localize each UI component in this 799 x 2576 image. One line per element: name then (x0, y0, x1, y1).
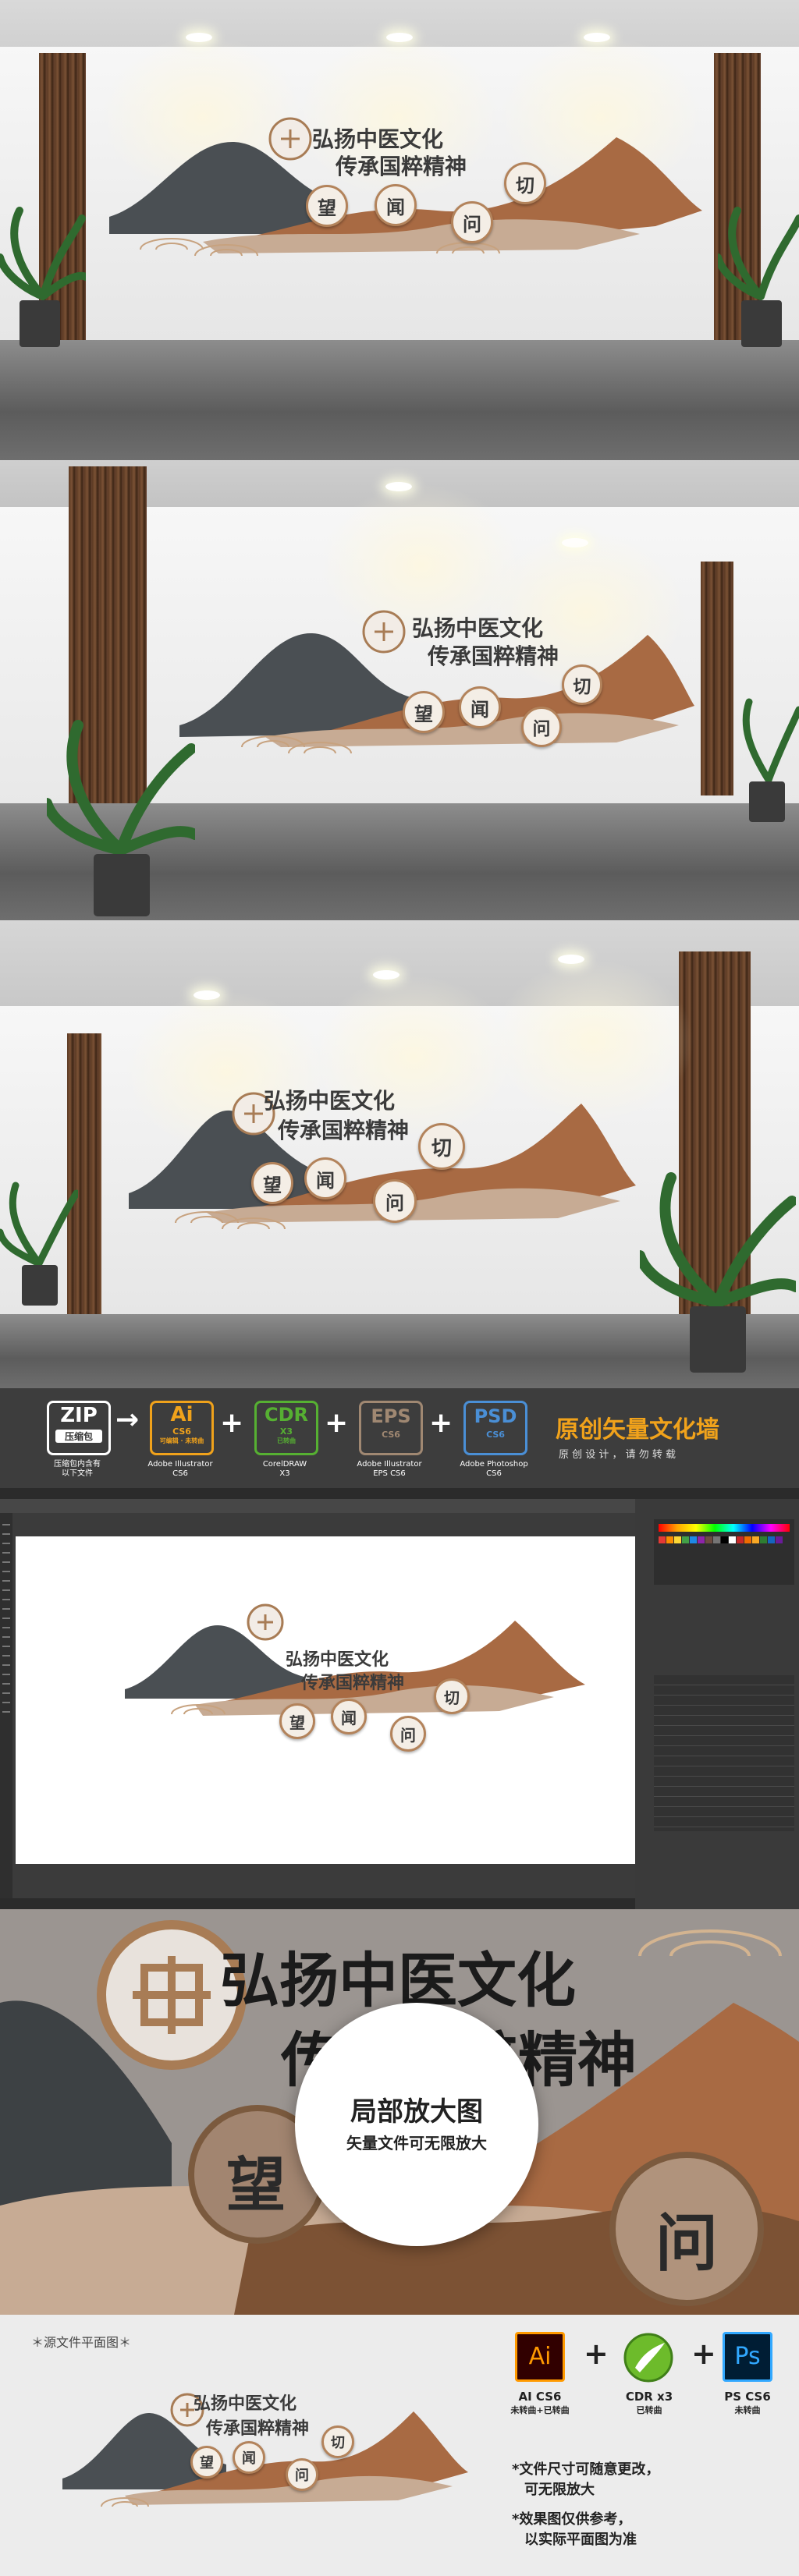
render-scene-1: 弘扬中医文化 传承国粹精神 望 闻 问 切 (0, 0, 799, 460)
headline: 原创矢量文化墙 (556, 1416, 719, 1444)
mural-char-wen: 闻 (375, 184, 417, 226)
mural-char-wang: 望 (251, 1162, 293, 1204)
mural-char-wang: 望 (403, 691, 445, 733)
ai-sub: CS6 (172, 1426, 191, 1437)
ai-sub2: 可编辑 · 未转曲 (159, 1437, 204, 1444)
mural-title-line1: 弘扬中医文化 (264, 1088, 396, 1114)
eps-label: EPS (371, 1405, 411, 1427)
cdr-file-icon (623, 2333, 673, 2383)
plus-icon: + (429, 1407, 453, 1439)
tools-panel (0, 1513, 12, 1909)
mural-title-line1: 弘扬中医文化 (312, 126, 444, 152)
plus-icon: + (584, 2337, 609, 2371)
zip-label: ZIP (60, 1404, 98, 1427)
plant-left (0, 1182, 78, 1306)
eps-caption: Adobe Illustrator EPS CS6 (357, 1460, 422, 1478)
zip-sub: 压缩包 (55, 1430, 102, 1443)
mural-char-wen2: 问 (373, 1179, 417, 1223)
plant-left (47, 720, 195, 916)
mural-char-wen2: 问 (451, 201, 493, 243)
ps-file-icon: Ps (723, 2332, 772, 2382)
zoom-bubble-sub: 矢量文件可无限放大 (346, 2134, 487, 2153)
mural-title-line2: 传承国粹精神 (278, 1118, 410, 1143)
color-panel (654, 1519, 794, 1585)
mural-char-qie: 切 (562, 664, 602, 705)
note-size-2: 可无限放大 (524, 2482, 595, 2498)
ai-file-icon: Ai (515, 2332, 565, 2382)
psd-caption: Adobe Photoshop CS6 (460, 1460, 528, 1478)
plus-icon: + (220, 1407, 244, 1439)
menu-bar (0, 1488, 799, 1499)
artboard-title-line1: 弘扬中医文化 (286, 1649, 389, 1670)
mural-title-line2: 传承国粹精神 (428, 643, 559, 669)
cdr-sub2: 已转曲 (277, 1437, 296, 1444)
zip-caption: 压缩包内含有 以下文件 (54, 1460, 101, 1478)
artboard-char-wen: 闻 (331, 1699, 367, 1734)
plan-char-qie: 切 (321, 2425, 354, 2458)
plan-title-line1: 弘扬中医文化 (194, 2394, 297, 2414)
ai-label: Ai (170, 1403, 194, 1426)
ai-badge: Ai CS6 可编辑 · 未转曲 (150, 1401, 214, 1455)
artboard-char-wen2: 问 (390, 1716, 426, 1752)
plant-right (640, 1172, 796, 1373)
artboard-title-line2: 传承国粹精神 (301, 1673, 405, 1693)
zip-badge: ZIP 压缩包 (47, 1401, 111, 1455)
plan-section: ＊源文件平面图＊ 弘扬中医文化 传承国粹精神 望 闻 问 切 Ai + + Ps… (0, 2315, 799, 2576)
cdr-label: CDR (264, 1404, 308, 1426)
artboard-char-qie: 切 (434, 1678, 470, 1714)
plant-left (0, 207, 86, 347)
formats-bar: ZIP 压缩包 压缩包内含有 以下文件 → Ai CS6 可编辑 · 未转曲 A… (0, 1388, 799, 1488)
note-render: *效果图仅供参考， (512, 2511, 632, 2528)
mural-char-wang: 望 (306, 185, 348, 227)
eps-badge: EPS CS6 (359, 1401, 423, 1455)
mural-char-wen: 闻 (459, 686, 501, 728)
plan-char-wen: 闻 (233, 2441, 265, 2474)
arrow-icon: → (115, 1404, 140, 1436)
psd-badge: PSD CS6 (463, 1401, 527, 1455)
zoom-detail: 弘扬中医文化 传承国粹精神 望 闻 问 局部放大图 矢量文件可无限放大 (0, 1909, 799, 2315)
ai-caption: Adobe Illustrator CS6 (147, 1460, 213, 1478)
mural-char-wen2: 问 (521, 707, 562, 747)
fmt-ps-label: PS CS6 未转曲 (724, 2390, 771, 2415)
render-scene-3: 弘扬中医文化 传承国粹精神 望 闻 问 切 (0, 920, 799, 1388)
artboard-char-wang: 望 (279, 1703, 315, 1739)
plan-char-wang: 望 (190, 2446, 223, 2479)
plan-title-line2: 传承国粹精神 (206, 2418, 310, 2439)
wood-panel-right (701, 562, 733, 795)
zoom-char-wen2: 问 (655, 2206, 718, 2280)
mural-char-qie: 切 (418, 1123, 465, 1170)
psd-label: PSD (474, 1405, 517, 1427)
mural-char-qie: 切 (504, 162, 546, 204)
plan-char-wen2: 问 (286, 2458, 318, 2491)
mural-title-line1: 弘扬中医文化 (412, 615, 544, 641)
mural-char-wen: 闻 (304, 1157, 346, 1199)
layers-panel (654, 1675, 794, 1831)
cdr-badge: CDR X3 已转曲 (254, 1401, 318, 1455)
note-size: *文件尺寸可随意更改， (512, 2461, 660, 2478)
cdr-sub: X3 (279, 1426, 293, 1437)
fmt-ai-label: AI CS6 未转曲+已转曲 (510, 2390, 570, 2415)
zoom-bubble: 局部放大图 矢量文件可无限放大 (295, 2003, 538, 2246)
eps-sub: CS6 (382, 1430, 400, 1440)
plant-right (718, 207, 799, 347)
status-bar (0, 1898, 635, 1909)
illustrator-window: 弘扬中医文化 传承国粹精神 望 闻 问 切 (0, 1488, 799, 1909)
zoom-char-wang: 望 (226, 2150, 286, 2220)
plus-icon: + (691, 2337, 716, 2371)
plant-right (742, 698, 799, 822)
zoom-bubble-title: 局部放大图 (350, 2096, 483, 2128)
fmt-cdr-label: CDR x3 已转曲 (625, 2390, 673, 2415)
cdr-caption: CorelDRAW X3 (262, 1460, 307, 1478)
plan-label: ＊源文件平面图＊ (31, 2335, 132, 2350)
render-scene-2: 弘扬中医文化 传承国粹精神 望 闻 问 切 (0, 460, 799, 920)
tagline: 原 创 设 计 ， 请 勿 转 载 (559, 1449, 676, 1461)
psd-sub: CS6 (486, 1430, 505, 1440)
mural-title-line2: 传承国粹精神 (336, 154, 467, 179)
note-render-2: 以实际平面图为准 (524, 2532, 637, 2548)
plus-icon: + (325, 1407, 349, 1439)
